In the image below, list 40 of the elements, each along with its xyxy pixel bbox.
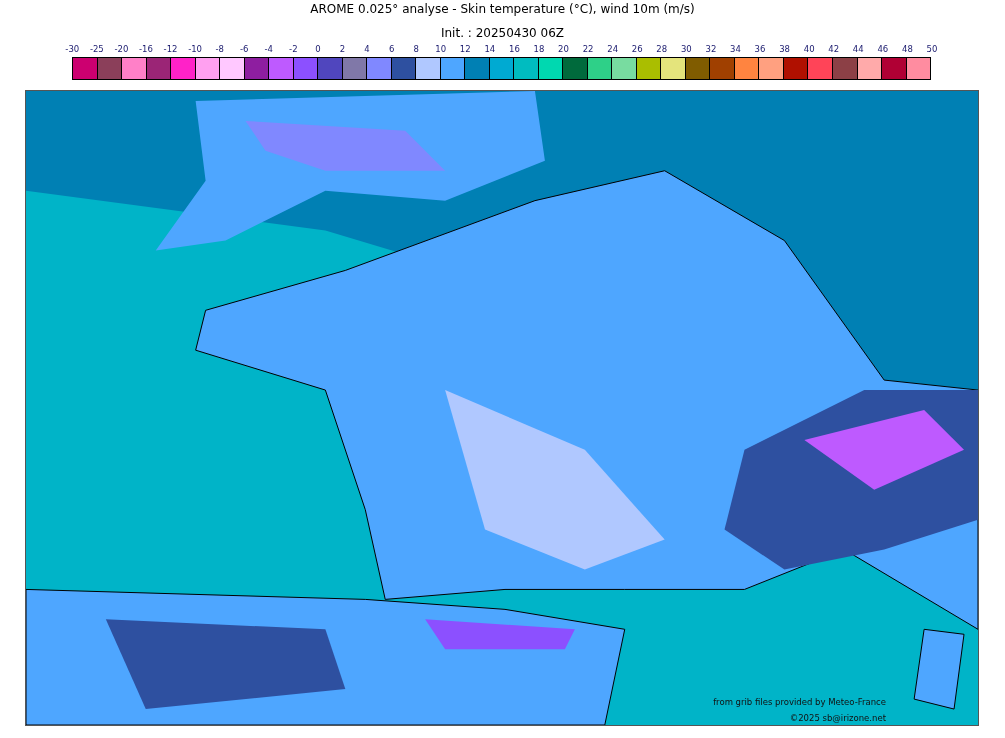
colorbar-tick-label: 44	[851, 43, 865, 54]
copyright-text: ©2025 sb@irizone.net	[789, 713, 886, 723]
colorbar-tick-label: 2	[338, 43, 347, 54]
colorbar-tick-label: -10	[187, 43, 204, 54]
colorbar-tick-label: -4	[263, 43, 274, 54]
chart-title: AROME 0.025° analyse - Skin temperature (°C), wind 10m (m/s)	[309, 1, 696, 18]
chart-subtitle: Init. : 20250430 06Z	[439, 25, 566, 40]
colorbar-tick-label: 10	[434, 43, 448, 54]
colorbar-tick-label: 40	[802, 43, 816, 54]
colorbar-tick-label: 28	[655, 43, 669, 54]
colorbar-tick-label: 0	[314, 43, 322, 54]
colorbar-tick-label: 18	[532, 43, 546, 54]
colorbar-tick-label: 42	[827, 43, 841, 54]
colorbar-tick-label: 46	[876, 43, 890, 54]
colorbar-tick-label: -16	[138, 43, 154, 54]
colorbar-tick-label: 34	[729, 43, 742, 54]
colorbar-tick-label: 6	[387, 43, 396, 54]
colorbar-tick-label: 16	[508, 43, 521, 54]
colorbar-tick-label: -8	[214, 43, 225, 54]
colorbar-tick-label: 4	[363, 43, 371, 54]
colorbar-tick-label: -30	[64, 43, 81, 54]
colorbar-tick-label: -6	[238, 43, 250, 54]
colorbar-tick-label: 30	[679, 43, 693, 54]
colorbar-tick-label: 20	[557, 43, 570, 54]
colorbar-tick-label: 48	[901, 43, 914, 54]
colorbar-tick-label: -2	[288, 43, 299, 54]
colorbar-tick-label: 22	[581, 43, 595, 54]
colorbar-tick-label: 50	[925, 43, 939, 54]
colorbar-tick-label: 38	[778, 43, 791, 54]
colorbar-tick-label: 12	[458, 43, 472, 54]
credit-text: from grib files provided by Meteo-France	[713, 697, 886, 707]
colorbar-tick-label: 14	[483, 43, 497, 54]
colorbar-tick-label: 36	[753, 43, 767, 54]
colorbar-tick-label: -12	[162, 43, 179, 54]
colorbar-tick-label: 24	[606, 43, 620, 54]
colorbar-tick-label: 32	[704, 43, 718, 54]
colorbar-tick-label: 26	[630, 43, 644, 54]
colorbar-tick-label: -20	[113, 43, 130, 54]
colorbar-tick-label: -25	[88, 43, 105, 54]
colorbar-tick-label: 8	[412, 43, 420, 54]
